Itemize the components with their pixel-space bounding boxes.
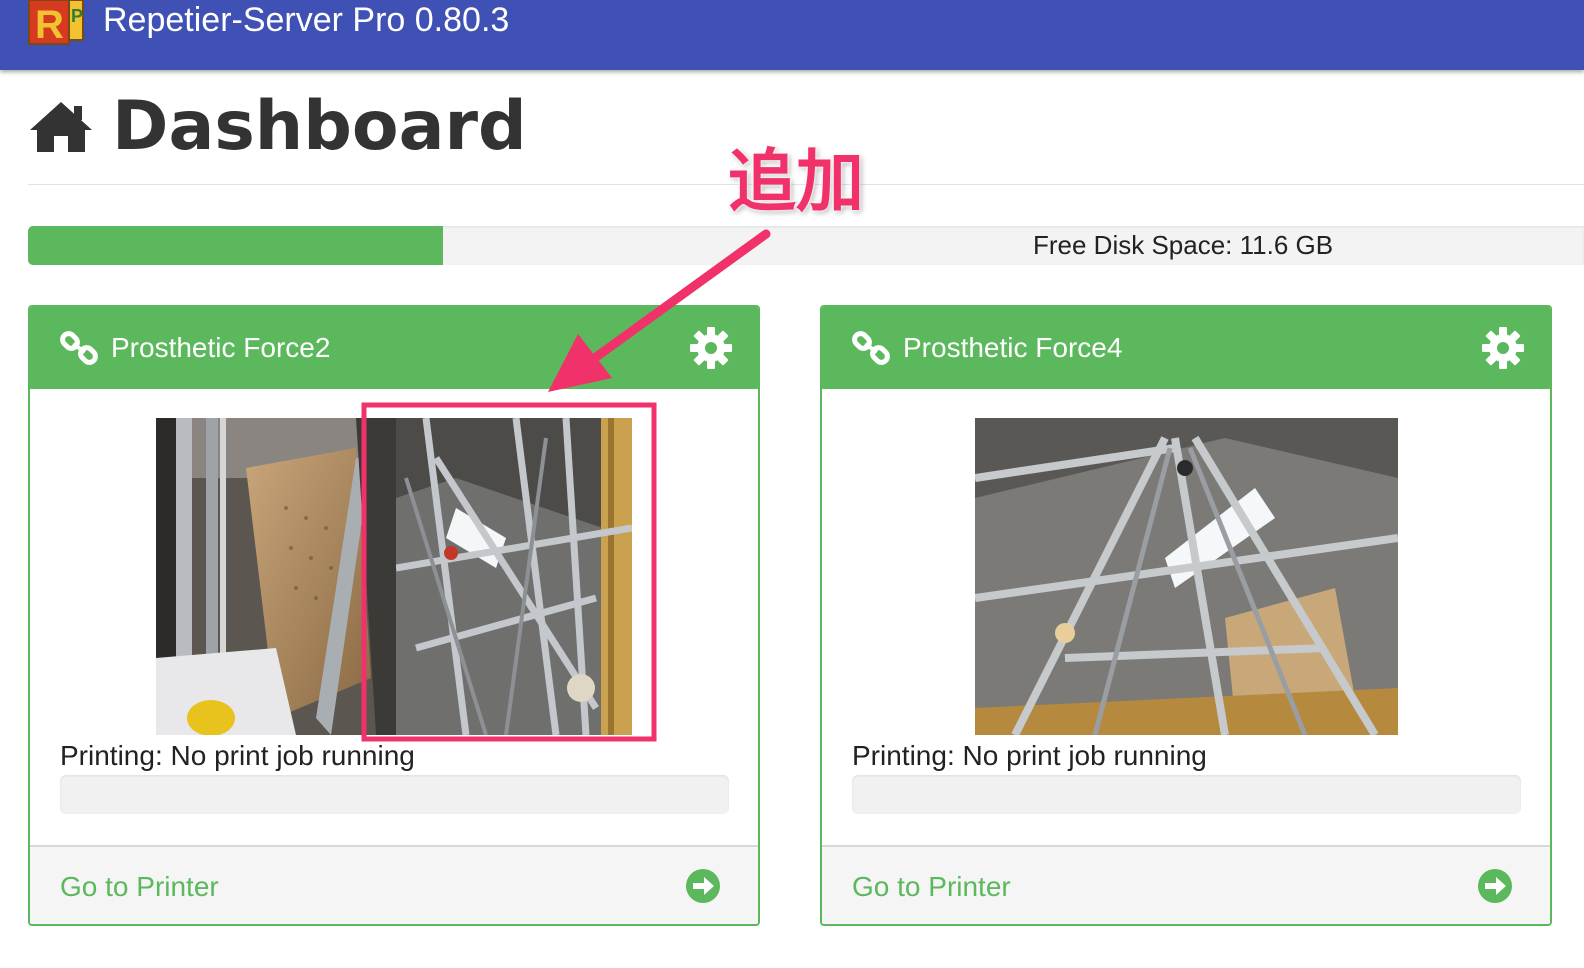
printer-card-footer: Go to Printer: [30, 845, 758, 924]
print-progress-bar: [852, 775, 1521, 814]
arrow-circle-right-icon[interactable]: [685, 868, 721, 904]
top-navbar: R P Repetier-Server Pro 0.80.3: [0, 0, 1584, 70]
disk-space-label: Free Disk Space: 11.6 GB: [1033, 230, 1334, 260]
svg-text:P: P: [71, 6, 83, 26]
printer-card-header: Prosthetic Force2: [30, 307, 758, 389]
printer-card-footer: Go to Printer: [822, 845, 1550, 924]
page-title: Dashboard: [112, 86, 527, 166]
disk-space-fill: [28, 226, 444, 265]
home-icon: [30, 102, 92, 152]
gear-icon[interactable]: [690, 327, 732, 369]
printer-name[interactable]: Prosthetic Force2: [111, 307, 330, 389]
gear-icon[interactable]: [1482, 327, 1524, 369]
print-progress-bar: [60, 775, 729, 814]
disk-space-bar: Free Disk Space: 11.6 GB: [28, 226, 1584, 265]
link-icon: [852, 331, 890, 365]
printer-name[interactable]: Prosthetic Force4: [903, 307, 1122, 389]
page-header: Dashboard: [28, 86, 527, 166]
arrow-circle-right-icon[interactable]: [1477, 868, 1513, 904]
printer-card-force4: Prosthetic Force4 Printing: No print job…: [820, 305, 1552, 926]
webcam-image-2[interactable]: [396, 418, 632, 735]
webcam-image[interactable]: [975, 418, 1398, 735]
print-status: Printing: No print job running: [60, 740, 415, 771]
print-status: Printing: No print job running: [852, 740, 1207, 771]
annotation-label: 追加: [728, 143, 865, 222]
go-to-printer-link[interactable]: Go to Printer: [852, 847, 1011, 924]
go-to-printer-link[interactable]: Go to Printer: [60, 847, 219, 924]
app-title[interactable]: Repetier-Server Pro 0.80.3: [103, 0, 509, 40]
printer-card-force2: Prosthetic Force2 Printing: No print job…: [28, 305, 760, 926]
repetier-logo-icon[interactable]: R P: [27, 0, 85, 46]
printer-card-header: Prosthetic Force4: [822, 307, 1550, 389]
webcam-image-1[interactable]: [156, 418, 396, 735]
link-icon: [60, 331, 98, 365]
svg-text:R: R: [35, 3, 64, 46]
